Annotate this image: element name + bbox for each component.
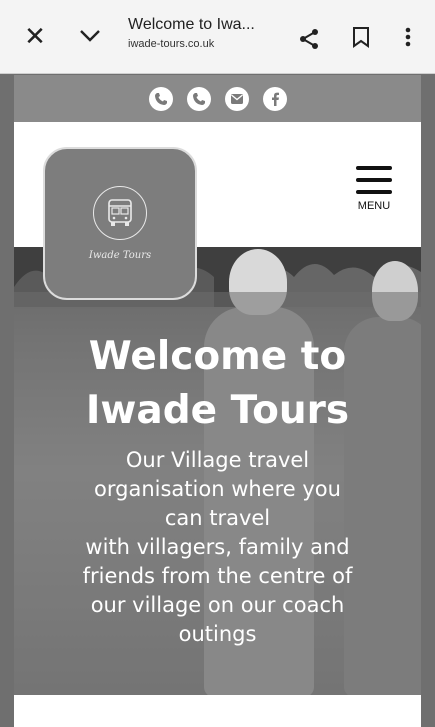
- page-title-box[interactable]: Welcome to Iwa... iwade-tours.co.uk: [128, 16, 278, 50]
- page-url: iwade-tours.co.uk: [128, 38, 215, 50]
- menu-label: MENU: [357, 200, 391, 212]
- menu-icon: [356, 166, 392, 170]
- site-logo[interactable]: Iwade Tours: [43, 147, 197, 300]
- page-title: Welcome to Iwa...: [128, 16, 255, 33]
- more-vertical-icon[interactable]: [396, 22, 420, 52]
- left-frame: [0, 0, 14, 727]
- hero-text-line: organisation where you: [94, 477, 341, 501]
- close-icon[interactable]: ✕: [20, 22, 50, 52]
- share-icon[interactable]: [294, 24, 324, 54]
- chevron-down-icon[interactable]: [74, 20, 106, 52]
- hero-text-line: our village on our coach: [90, 593, 345, 617]
- hero-text-line: outings: [178, 622, 257, 646]
- phone-icon[interactable]: [148, 86, 173, 111]
- menu-icon: [356, 190, 392, 194]
- hero-text-line: with villagers, family and: [85, 535, 350, 559]
- contact-bar: [14, 75, 421, 122]
- hero-title-line: Welcome to: [88, 334, 347, 379]
- hero-title: Welcome to Iwade Tours: [14, 330, 421, 438]
- email-icon[interactable]: [224, 86, 249, 111]
- hero-title-line: Iwade Tours: [85, 388, 350, 433]
- logo-text: Iwade Tours: [88, 250, 152, 261]
- phone-icon[interactable]: [186, 86, 211, 111]
- hero-description: Our Village travel organisation where yo…: [32, 446, 403, 649]
- menu-icon: [356, 178, 392, 182]
- hero-text-line: friends from the centre of: [82, 564, 353, 588]
- facebook-icon[interactable]: [262, 86, 287, 111]
- bookmark-icon[interactable]: [346, 22, 376, 52]
- page-content-start: [14, 695, 421, 727]
- browser-toolbar: ✕ Welcome to Iwa... iwade-tours.co.uk: [0, 0, 435, 74]
- bus-icon: [93, 186, 147, 240]
- right-frame: [421, 0, 435, 727]
- hero-text-line: Our Village travel: [125, 448, 310, 472]
- menu-button[interactable]: MENU: [351, 166, 397, 226]
- hero-text-line: can travel: [164, 506, 271, 530]
- hero-section: Welcome to Iwade Tours Our Village trave…: [14, 247, 421, 695]
